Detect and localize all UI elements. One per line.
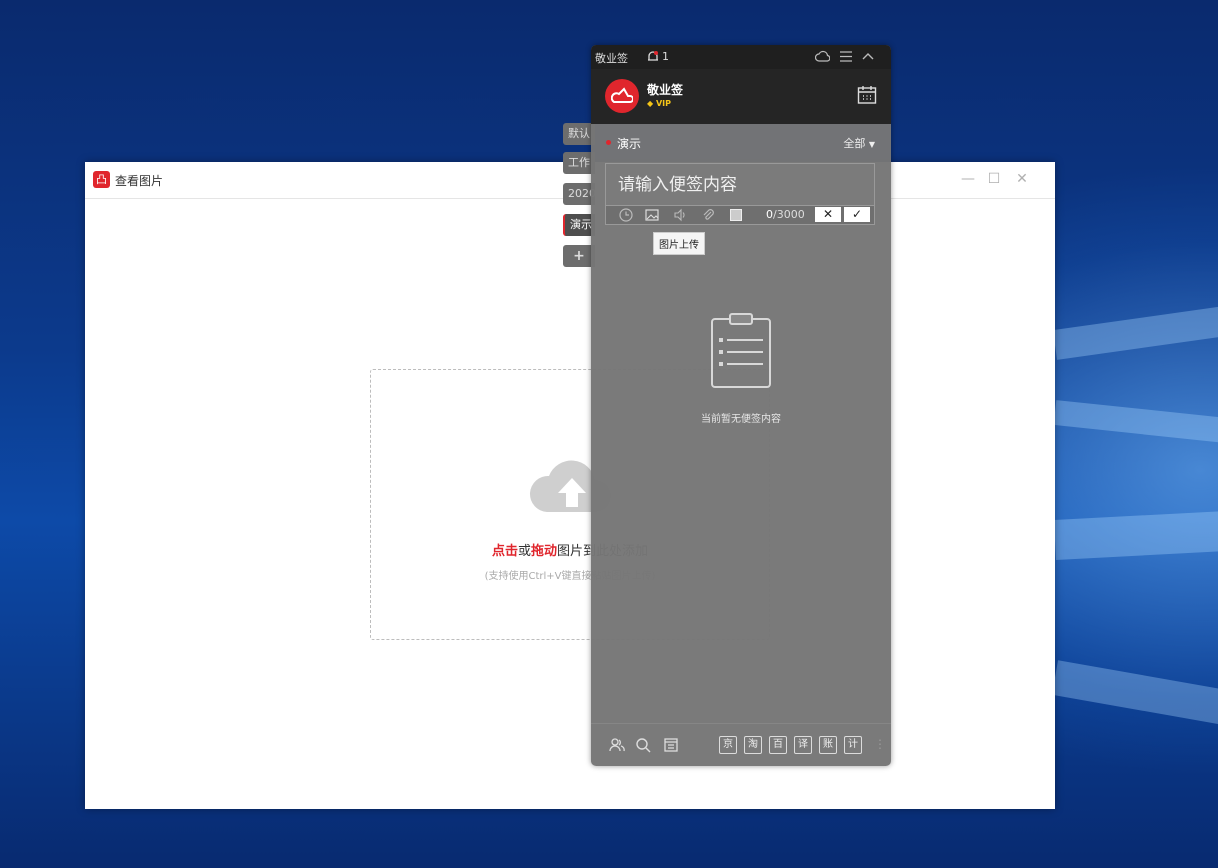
quicklink-translate[interactable]: 译 bbox=[794, 736, 812, 754]
filter-dropdown[interactable]: 全部 ▼ bbox=[843, 135, 875, 151]
group-header: 演示 全部 ▼ bbox=[591, 124, 891, 162]
note-toolbar: 0/3000 ✕ ✓ bbox=[605, 205, 875, 225]
panel-app-name: 敬业签 bbox=[595, 52, 628, 65]
maximize-icon[interactable]: ☐ bbox=[983, 168, 1005, 190]
wallpaper-beam bbox=[1052, 302, 1218, 360]
wallpaper-beam bbox=[1053, 510, 1218, 560]
drop-drag-text: 拖动 bbox=[531, 544, 558, 559]
image-upload-tooltip: 图片上传 bbox=[653, 232, 705, 255]
drop-or-text: 或 bbox=[517, 544, 531, 559]
quicklink-account[interactable]: 账 bbox=[819, 736, 837, 754]
confirm-button[interactable]: ✓ bbox=[844, 207, 870, 222]
template-icon[interactable] bbox=[728, 207, 744, 223]
wallpaper-beam bbox=[1053, 400, 1218, 444]
cancel-button[interactable]: ✕ bbox=[815, 207, 841, 222]
group-dot bbox=[606, 140, 611, 145]
vip-label: VIP bbox=[655, 99, 671, 108]
panel-bottom-bar: 京 淘 百 译 账 计 ⋮ bbox=[591, 723, 891, 766]
char-count: 0/3000 bbox=[766, 208, 805, 221]
calendar-icon[interactable] bbox=[857, 85, 877, 105]
vip-badge: ◆ VIP bbox=[647, 99, 671, 108]
search-icon[interactable] bbox=[635, 737, 651, 753]
image-icon[interactable] bbox=[644, 207, 660, 223]
char-count-current: 0 bbox=[766, 208, 773, 221]
app-logo-icon: 凸 bbox=[93, 171, 110, 188]
drop-click-text: 点击 bbox=[491, 544, 518, 559]
note-list-icon[interactable] bbox=[663, 737, 679, 753]
audio-icon[interactable] bbox=[672, 207, 688, 223]
empty-state-text: 当前暂无便签内容 bbox=[701, 414, 781, 425]
clock-icon[interactable] bbox=[618, 207, 634, 223]
collapse-icon[interactable] bbox=[862, 52, 874, 60]
quicklink-jd[interactable]: 京 bbox=[719, 736, 737, 754]
panel-topbar[interactable]: 敬业签 1 bbox=[591, 45, 891, 69]
wallpaper-beam bbox=[1051, 660, 1218, 726]
note-input-box bbox=[605, 163, 875, 205]
filter-label: 全部 bbox=[843, 137, 866, 150]
char-count-max: /3000 bbox=[773, 208, 805, 221]
note-input[interactable] bbox=[606, 164, 874, 205]
chevron-down-icon: ▼ bbox=[868, 140, 875, 149]
quicklink-calculator[interactable]: 计 bbox=[844, 736, 862, 754]
panel-user-header: 敬业签 ◆ VIP bbox=[591, 69, 891, 124]
avatar[interactable] bbox=[605, 79, 639, 113]
attachment-icon[interactable] bbox=[700, 207, 716, 223]
bell-icon[interactable] bbox=[647, 50, 659, 63]
close-icon[interactable]: ✕ bbox=[1011, 168, 1033, 190]
quicklink-baidu[interactable]: 百 bbox=[769, 736, 787, 754]
app-logo-icon bbox=[611, 87, 633, 103]
cloud-sync-icon[interactable] bbox=[815, 50, 830, 63]
user-name: 敬业签 bbox=[647, 83, 684, 97]
contacts-icon[interactable] bbox=[609, 737, 625, 753]
viewer-title: 查看图片 bbox=[115, 174, 164, 188]
minimize-icon[interactable]: — bbox=[957, 168, 979, 190]
sticky-note-panel: 敬业签 1 敬业签 ◆ VIP 演示 全部 ▼ 0/3000 ✕ ✓ 图片上传 bbox=[591, 45, 891, 766]
clipboard-icon bbox=[711, 313, 771, 388]
more-icon[interactable]: ⋮ bbox=[874, 737, 886, 751]
quicklink-taobao[interactable]: 淘 bbox=[744, 736, 762, 754]
notice-count: 1 bbox=[662, 50, 669, 63]
menu-icon[interactable] bbox=[840, 51, 852, 62]
group-name: 演示 bbox=[617, 137, 642, 151]
